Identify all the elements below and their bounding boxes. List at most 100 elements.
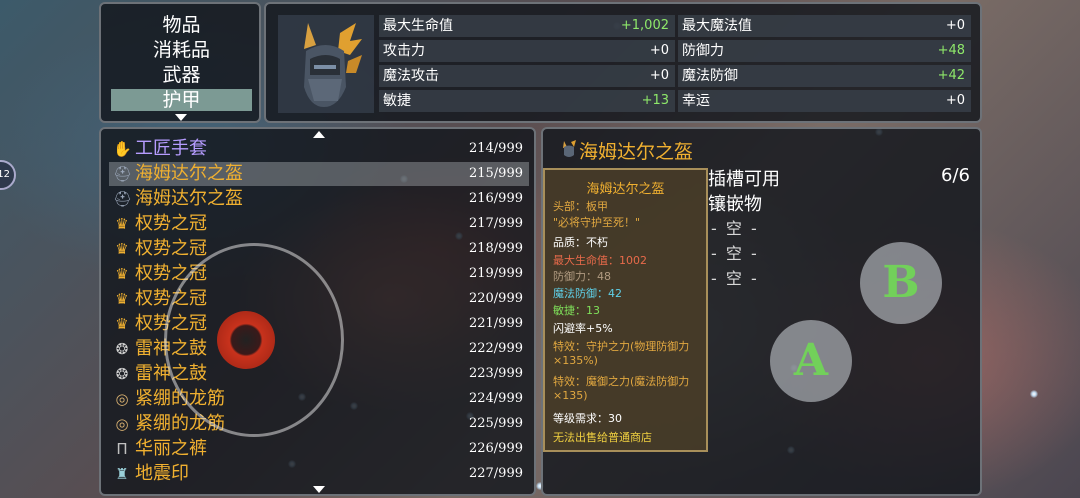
crown-icon: ♛ <box>115 265 129 283</box>
pants-icon: Π <box>116 440 128 458</box>
list-item-count: 224/999 <box>468 391 523 406</box>
list-item[interactable]: ♛ 权势之冠 217/999 <box>109 212 529 236</box>
list-item[interactable]: ♛ 权势之冠 218/999 <box>109 237 529 261</box>
item-portrait <box>278 15 374 113</box>
list-item[interactable]: ♜ 地震印 227/999 <box>109 462 529 486</box>
helmet-icon: ⛑ <box>113 165 133 183</box>
tooltip-line: 头部：板甲 <box>553 200 608 213</box>
empty-slot[interactable]: - 空 - <box>711 215 759 239</box>
list-item-name: 工匠手套 <box>135 138 207 159</box>
stat-value: +0 <box>945 18 965 33</box>
list-item[interactable]: ⛑ 海姆达尔之盔 216/999 <box>109 187 529 211</box>
list-item-count: 227/999 <box>468 466 523 481</box>
belt-icon: ◎ <box>115 415 129 433</box>
empty-slot[interactable]: - 空 - <box>711 240 759 264</box>
list-item-count: 218/999 <box>468 241 523 256</box>
stat-label: 魔法防御 <box>682 68 738 84</box>
list-item-name: 权势之冠 <box>135 238 207 259</box>
glove-icon: ✋ <box>113 140 132 158</box>
stat-row-attack: 攻击力 +0 <box>379 40 675 62</box>
stat-value: +1,002 <box>620 18 669 33</box>
list-item[interactable]: ⛑ 海姆达尔之盔 215/999 <box>109 162 529 186</box>
detail-item-title: 海姆达尔之盔 <box>579 141 694 163</box>
crown-icon: ♛ <box>115 290 129 308</box>
tooltip-line: 品质：不朽 <box>553 236 608 249</box>
stat-value: +0 <box>649 68 669 83</box>
helmet-icon <box>561 139 577 159</box>
seal-icon: ♜ <box>115 465 129 483</box>
category-consumables[interactable]: 消耗品 <box>111 39 252 61</box>
list-item[interactable]: ✋ 工匠手套 214/999 <box>109 137 529 161</box>
a-button[interactable]: A <box>770 320 852 402</box>
tooltip-line: 最大生命值：1002 <box>553 254 647 267</box>
scroll-down-arrow-icon[interactable] <box>175 114 187 121</box>
tooltip-line: 防御力：48 <box>553 270 611 283</box>
b-button[interactable]: B <box>860 242 942 324</box>
list-item-count: 216/999 <box>468 191 523 206</box>
list-item-count: 225/999 <box>468 416 523 431</box>
stat-label: 最大生命值 <box>383 18 453 34</box>
item-tooltip: 海姆达尔之盔 头部：板甲 "必将守护至死！" 品质：不朽 最大生命值：1002 … <box>543 168 708 452</box>
sparkle <box>1030 390 1038 398</box>
list-item-count: 222/999 <box>468 341 523 356</box>
category-armor[interactable]: 护甲 <box>111 89 252 111</box>
tooltip-title: 海姆达尔之盔 <box>586 182 665 197</box>
list-item-name: 华丽之裤 <box>135 438 207 459</box>
list-item-count: 220/999 <box>468 291 523 306</box>
category-weapons[interactable]: 武器 <box>111 64 252 86</box>
tooltip-line: 无法出售给普通商店 <box>553 431 652 444</box>
category-panel: 物品 消耗品 武器 护甲 <box>99 2 261 123</box>
tooltip-line: 特效：魔御之力(魔法防御力×135) <box>553 375 690 402</box>
category-items[interactable]: 物品 <box>111 14 252 36</box>
stat-label: 最大魔法值 <box>682 18 752 34</box>
stat-value: +0 <box>945 93 965 108</box>
empty-slot[interactable]: - 空 - <box>711 265 759 289</box>
inlay-label: 镶嵌物 <box>708 194 762 215</box>
stat-row-luck: 幸运 +0 <box>678 90 971 112</box>
tooltip-line: "必将守护至死！" <box>553 216 641 229</box>
stats-panel: 最大生命值 +1,002 攻击力 +0 魔法攻击 +0 敏捷 +13 最大魔法值… <box>264 2 982 123</box>
tooltip-line: 魔法防御：42 <box>553 287 622 300</box>
list-item-count: 221/999 <box>468 316 523 331</box>
stat-value: +0 <box>649 43 669 58</box>
stat-value: +48 <box>937 43 965 58</box>
tooltip-line: 闪避率+5% <box>553 322 613 335</box>
list-item-count: 215/999 <box>468 166 523 181</box>
stat-label: 防御力 <box>682 43 724 59</box>
slots-value: 6/6 <box>941 165 970 186</box>
stat-row-max-mp: 最大魔法值 +0 <box>678 15 971 37</box>
list-item[interactable]: Π 华丽之裤 226/999 <box>109 437 529 461</box>
stat-value: +13 <box>641 93 669 108</box>
list-item-count: 223/999 <box>468 366 523 381</box>
stat-row-agility: 敏捷 +13 <box>379 90 675 112</box>
stat-row-magic-defense: 魔法防御 +42 <box>678 65 971 87</box>
tooltip-line: 等级需求：30 <box>553 412 622 425</box>
stat-row-magic-attack: 魔法攻击 +0 <box>379 65 675 87</box>
list-item-count: 217/999 <box>468 216 523 231</box>
drum-icon: ❂ <box>115 340 129 358</box>
list-item[interactable]: ◎ 紧绷的龙筋 225/999 <box>109 412 529 436</box>
helmet-icon <box>304 23 362 107</box>
crown-icon: ♛ <box>115 315 129 333</box>
tooltip-line: 敏捷：13 <box>553 304 600 317</box>
stat-label: 攻击力 <box>383 43 425 59</box>
list-item-name: 地震印 <box>135 463 189 484</box>
stat-row-defense: 防御力 +48 <box>678 40 971 62</box>
stat-label: 敏捷 <box>383 93 411 109</box>
scroll-down-arrow-icon[interactable] <box>313 486 325 493</box>
list-item-count: 219/999 <box>468 266 523 281</box>
slots-label: 插槽可用 <box>708 169 780 190</box>
stat-label: 幸运 <box>682 93 710 109</box>
stat-row-max-hp: 最大生命值 +1,002 <box>379 15 675 37</box>
stat-value: +42 <box>937 68 965 83</box>
list-item-name: 海姆达尔之盔 <box>135 163 243 184</box>
list-item-count: 226/999 <box>468 441 523 456</box>
crown-icon: ♛ <box>115 215 129 233</box>
list-item-name: 权势之冠 <box>135 213 207 234</box>
tooltip-line: 特效：守护之力(物理防御力×135%) <box>553 340 690 367</box>
drum-icon: ❂ <box>115 365 129 383</box>
stat-label: 魔法攻击 <box>383 68 439 84</box>
belt-icon: ◎ <box>115 390 129 408</box>
list-item-count: 214/999 <box>468 141 523 156</box>
joystick-knob[interactable] <box>217 311 275 369</box>
